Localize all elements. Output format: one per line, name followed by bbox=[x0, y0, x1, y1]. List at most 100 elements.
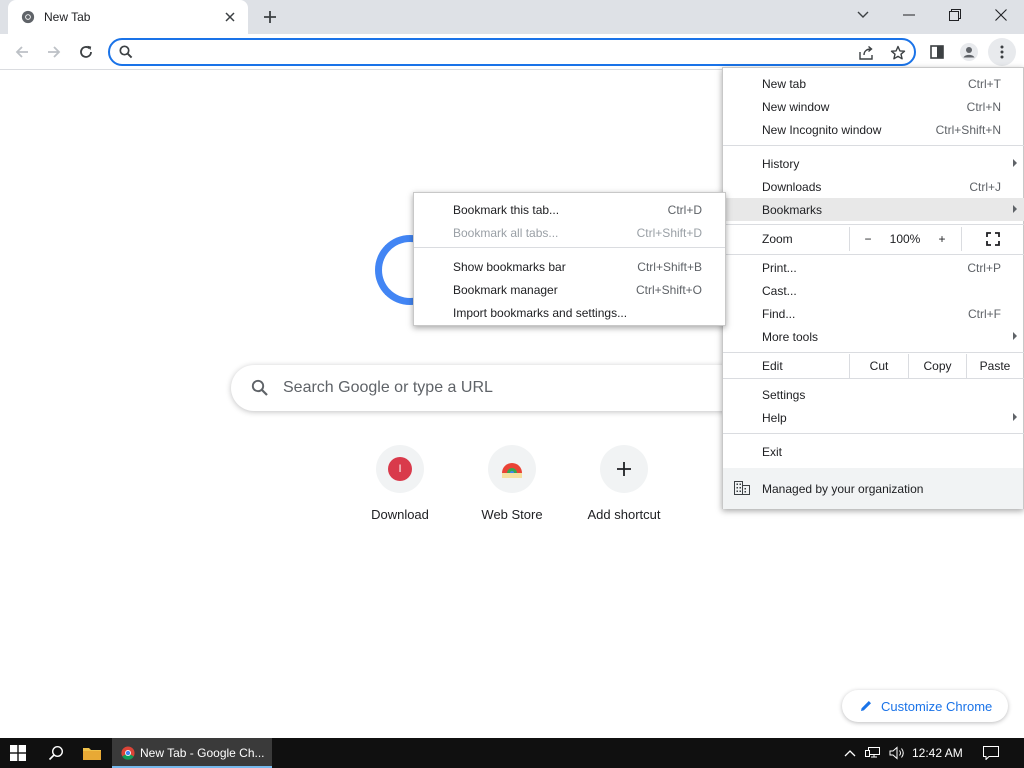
shortcut-add[interactable]: Add shortcut bbox=[568, 445, 680, 535]
zoom-label: Zoom bbox=[762, 232, 793, 246]
submenu-item-bookmark-this-tab[interactable]: Bookmark this tab... Ctrl+D bbox=[414, 198, 725, 221]
copy-button[interactable]: Copy bbox=[909, 354, 966, 378]
menu-item-shortcut: Ctrl+F bbox=[968, 307, 1001, 321]
volume-icon[interactable] bbox=[886, 738, 908, 768]
new-tab-button[interactable] bbox=[258, 6, 282, 28]
menu-item-settings[interactable]: Settings bbox=[723, 383, 1024, 406]
cut-button[interactable]: Cut bbox=[850, 354, 908, 378]
submenu-item-import-bookmarks[interactable]: Import bookmarks and settings... bbox=[414, 301, 725, 324]
profile-avatar-icon[interactable] bbox=[955, 38, 983, 66]
tab-strip: New Tab bbox=[0, 0, 1024, 34]
menu-item-label: New window bbox=[762, 100, 830, 114]
menu-item-shortcut: Ctrl+Shift+N bbox=[935, 123, 1001, 137]
web-store-icon bbox=[488, 445, 536, 493]
menu-separator bbox=[723, 352, 1024, 353]
menu-item-help[interactable]: Help bbox=[723, 406, 1024, 429]
shortcut-label: Add shortcut bbox=[587, 507, 661, 522]
zoom-divider bbox=[961, 227, 962, 251]
minimize-button[interactable] bbox=[886, 0, 932, 30]
fullscreen-icon[interactable] bbox=[963, 227, 1023, 251]
submenu-item-label: Bookmark manager bbox=[453, 283, 558, 297]
restore-button[interactable] bbox=[932, 0, 978, 30]
customize-chrome-label: Customize Chrome bbox=[881, 699, 993, 714]
shortcut-label: Download bbox=[371, 507, 429, 522]
edit-label: Edit bbox=[762, 359, 783, 373]
chrome-icon bbox=[121, 746, 135, 760]
menu-separator bbox=[723, 433, 1024, 434]
submenu-item-label: Import bookmarks and settings... bbox=[453, 306, 628, 320]
search-icon bbox=[119, 45, 133, 59]
pencil-icon bbox=[861, 701, 871, 711]
menu-item-new-incognito-window[interactable]: New Incognito window Ctrl+Shift+N bbox=[723, 118, 1024, 141]
submenu-item-bookmark-manager[interactable]: Bookmark manager Ctrl+Shift+O bbox=[414, 278, 725, 301]
back-button[interactable] bbox=[8, 38, 36, 66]
taskbar-search-icon[interactable] bbox=[38, 738, 74, 768]
menu-item-label: More tools bbox=[762, 330, 819, 344]
reload-button[interactable] bbox=[72, 38, 100, 66]
menu-item-label: Exit bbox=[762, 445, 783, 459]
paste-button[interactable]: Paste bbox=[967, 354, 1023, 378]
zoom-in-button[interactable]: + bbox=[927, 227, 957, 251]
download-letter: I bbox=[388, 457, 412, 481]
menu-item-print[interactable]: Print... Ctrl+P bbox=[723, 256, 1024, 279]
submenu-arrow-icon bbox=[1013, 159, 1017, 167]
tab-search-icon[interactable] bbox=[840, 0, 886, 30]
menu-item-exit[interactable]: Exit bbox=[723, 440, 1024, 463]
side-panel-icon[interactable] bbox=[923, 38, 951, 66]
taskbar-clock: 12:42 AM bbox=[912, 746, 963, 760]
submenu-item-shortcut: Ctrl+Shift+D bbox=[636, 226, 702, 240]
menu-item-bookmarks[interactable]: Bookmarks bbox=[723, 198, 1024, 221]
chrome-icon bbox=[21, 10, 35, 24]
notification-icon[interactable] bbox=[978, 738, 1004, 768]
zoom-out-button[interactable]: − bbox=[853, 227, 883, 251]
menu-item-label: Bookmarks bbox=[762, 203, 823, 217]
tab-new-tab[interactable]: New Tab bbox=[8, 0, 248, 34]
tab-title: New Tab bbox=[44, 10, 91, 24]
menu-separator bbox=[723, 254, 1024, 255]
menu-item-history[interactable]: History bbox=[723, 152, 1024, 175]
submenu-item-shortcut: Ctrl+Shift+O bbox=[635, 283, 702, 297]
zoom-row: Zoom − 100% + bbox=[723, 227, 1024, 251]
ntp-search-box[interactable]: Search Google or type a URL bbox=[231, 365, 791, 411]
share-icon[interactable] bbox=[858, 44, 876, 62]
menu-item-more-tools[interactable]: More tools bbox=[723, 325, 1024, 348]
menu-item-new-window[interactable]: New window Ctrl+N bbox=[723, 95, 1024, 118]
plus-icon bbox=[600, 445, 648, 493]
submenu-item-shortcut: Ctrl+D bbox=[667, 203, 702, 217]
menu-item-label: Cast... bbox=[762, 284, 797, 298]
managed-by-organization[interactable]: Managed by your organization bbox=[723, 468, 1023, 509]
submenu-item-bookmark-all-tabs: Bookmark all tabs... Ctrl+Shift+D bbox=[414, 221, 725, 244]
menu-item-cast[interactable]: Cast... bbox=[723, 279, 1024, 302]
address-bar[interactable] bbox=[108, 38, 916, 66]
menu-item-shortcut: Ctrl+P bbox=[967, 261, 1001, 275]
managed-label: Managed by your organization bbox=[762, 482, 924, 496]
network-icon[interactable] bbox=[862, 738, 884, 768]
menu-kebab-icon[interactable] bbox=[988, 38, 1016, 66]
menu-item-label: Help bbox=[762, 411, 787, 425]
forward-button[interactable] bbox=[40, 38, 68, 66]
menu-item-find[interactable]: Find... Ctrl+F bbox=[723, 302, 1024, 325]
menu-item-downloads[interactable]: Downloads Ctrl+J bbox=[723, 175, 1024, 198]
bookmarks-submenu: Bookmark this tab... Ctrl+D Bookmark all… bbox=[413, 192, 726, 326]
customize-chrome-button[interactable]: Customize Chrome bbox=[842, 690, 1008, 722]
chevron-up-icon[interactable] bbox=[840, 738, 860, 768]
menu-item-shortcut: Ctrl+T bbox=[968, 77, 1001, 91]
windows-start-icon[interactable] bbox=[0, 738, 36, 768]
submenu-arrow-icon bbox=[1013, 413, 1017, 421]
submenu-item-show-bookmarks-bar[interactable]: Show bookmarks bar Ctrl+Shift+B bbox=[414, 255, 725, 278]
zoom-divider bbox=[849, 227, 850, 251]
file-explorer-icon[interactable] bbox=[74, 738, 110, 768]
menu-item-label: New tab bbox=[762, 77, 807, 91]
taskbar-chrome-window[interactable]: New Tab - Google Ch... bbox=[112, 738, 272, 768]
shortcut-web-store[interactable]: Web Store bbox=[456, 445, 568, 535]
submenu-item-label: Bookmark all tabs... bbox=[453, 226, 559, 240]
submenu-item-shortcut: Ctrl+Shift+B bbox=[637, 260, 702, 274]
close-tab-icon[interactable] bbox=[221, 8, 239, 26]
bookmark-star-icon[interactable] bbox=[889, 44, 907, 62]
download-site-icon: I bbox=[376, 445, 424, 493]
screen: New Tab Search Google or type a URL I Do… bbox=[0, 0, 1024, 768]
shortcut-download[interactable]: I Download bbox=[344, 445, 456, 535]
menu-item-new-tab[interactable]: New tab Ctrl+T bbox=[723, 72, 1024, 95]
submenu-item-label: Bookmark this tab... bbox=[453, 203, 560, 217]
close-window-button[interactable] bbox=[978, 0, 1024, 30]
